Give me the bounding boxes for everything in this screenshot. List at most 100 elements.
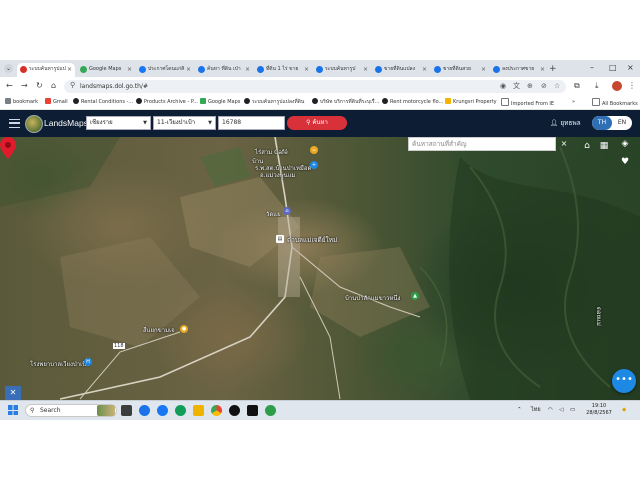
hospital-poi-icon[interactable]: H xyxy=(84,358,92,366)
user-menu[interactable]: 👤︎ ยุทธพล xyxy=(550,117,581,129)
close-tab-icon[interactable]: × xyxy=(127,63,132,76)
zoom-icon[interactable]: ⊕ xyxy=(527,80,533,93)
back-arrow-icon[interactable]: ← xyxy=(6,80,13,92)
bookmark-item[interactable]: บริษัท บริการที่ดินที่ระบุเรื่... xyxy=(312,98,379,107)
satellite-map[interactable]: ค้นหาสถานที่สำคัญ × ◈ ⌂ ▦ ♥ ไร่สาม Café … xyxy=(0,137,640,400)
tab-land-1rai[interactable]: ที่ดิน 1 ไร่ ขาย × xyxy=(254,63,312,77)
bookmark-item[interactable]: Products Archive - P... xyxy=(136,98,198,107)
location-pin-icon[interactable] xyxy=(0,137,16,159)
favorite-heart-icon[interactable]: ♥ xyxy=(617,155,633,169)
file-explorer-icon[interactable] xyxy=(193,405,204,416)
close-tab-icon[interactable]: × xyxy=(540,63,545,76)
tab-beautiful-land[interactable]: ขายที่ดินสวย × xyxy=(431,63,489,77)
hamburger-menu-icon[interactable] xyxy=(9,119,20,128)
new-tab-button[interactable]: + xyxy=(549,63,557,75)
notification-icon[interactable]: ◆ xyxy=(622,404,626,417)
minimize-icon[interactable]: – xyxy=(590,62,594,74)
reload-icon[interactable]: ↻ xyxy=(36,80,43,92)
bookmark-google-maps[interactable]: Google Maps xyxy=(200,98,240,107)
close-tab-icon[interactable]: × xyxy=(363,63,368,76)
layers-icon[interactable]: ◈ xyxy=(617,137,633,151)
bookmark-star-icon[interactable]: ☆ xyxy=(554,80,560,93)
tray-chevron-icon[interactable]: ⌃ xyxy=(517,404,522,417)
tab-land-sale[interactable]: ขายที่ดินแปลง × xyxy=(372,63,430,77)
bookmark-item[interactable]: Rent motorcycle flo... xyxy=(382,98,443,107)
close-tab-icon[interactable]: × xyxy=(422,63,427,76)
teams-icon[interactable] xyxy=(139,405,150,416)
task-view-icon[interactable] xyxy=(121,405,132,416)
health-poi-icon[interactable]: + xyxy=(310,161,318,169)
province-select[interactable]: เชียงราย ▼ xyxy=(86,116,151,130)
home-icon[interactable]: ⌂ xyxy=(51,80,56,92)
tab-post-ad[interactable]: ลงประกาศขาย × xyxy=(490,63,548,77)
forward-arrow-icon[interactable]: → xyxy=(21,80,28,92)
bookmark-gmail[interactable]: Gmail xyxy=(45,98,68,107)
keyboard-language[interactable]: ไทย xyxy=(531,404,541,417)
temple-poi-icon[interactable]: ⌂ xyxy=(283,207,291,215)
volume-icon[interactable]: ◁ xyxy=(559,404,563,417)
site-info-icon[interactable]: ⚲ xyxy=(70,81,75,89)
bookmark-folder[interactable]: Imported From IE xyxy=(501,98,554,109)
language-toggle[interactable]: TH EN xyxy=(592,116,632,130)
browser-menu-icon[interactable]: ⋮ xyxy=(628,80,636,92)
address-bar[interactable]: ⚲ landsmaps.dol.go.th/# ◉ 文 ⊕ ⊘ ☆ xyxy=(64,80,566,93)
x-app-icon[interactable] xyxy=(229,405,240,416)
close-tab-icon[interactable]: × xyxy=(186,63,191,76)
district-select[interactable]: 11-เวียงป่าเป้า ▼ xyxy=(153,116,216,130)
user-icon: 👤︎ xyxy=(550,119,561,127)
grid-view-icon[interactable]: ▦ xyxy=(596,139,612,153)
close-window-icon[interactable]: × xyxy=(627,62,634,74)
map-label-mountain: ดอยแม่ xyxy=(595,307,602,326)
lang-th-button[interactable]: TH xyxy=(592,116,612,130)
shop-poi-icon[interactable]: ● xyxy=(180,325,188,333)
lang-en-button[interactable]: EN xyxy=(612,116,632,130)
translate-icon[interactable]: 文 xyxy=(513,80,520,93)
line-app-icon[interactable] xyxy=(265,405,276,416)
clear-search-icon[interactable]: × xyxy=(557,137,571,151)
measure-tool-icon[interactable]: ✕ xyxy=(5,386,21,400)
park-poi-icon[interactable]: ▲ xyxy=(411,292,419,300)
tiktok-icon[interactable] xyxy=(247,405,258,416)
tab-facebook[interactable]: ประกาศโดนแก่คิ × xyxy=(136,63,194,77)
page-favicon-icon xyxy=(198,66,205,73)
landsmaps-favicon-icon xyxy=(20,66,27,73)
cafe-poi-icon[interactable]: ☕︎ xyxy=(310,146,318,154)
all-bookmarks-button[interactable]: All Bookmarks xyxy=(592,98,638,109)
page-favicon-icon xyxy=(316,66,323,73)
location-icon[interactable]: ◉ xyxy=(500,80,506,93)
battery-icon[interactable]: ▭ xyxy=(570,404,575,417)
chrome-icon[interactable] xyxy=(211,405,222,416)
weather-widget-icon[interactable] xyxy=(97,405,115,416)
download-icon[interactable]: ⤓ xyxy=(595,80,599,92)
parcel-number-input[interactable]: 16788 xyxy=(218,116,285,130)
bookmark-krungsri[interactable]: Krungsri Property xyxy=(445,98,497,107)
extensions-icon[interactable]: ⧉ xyxy=(574,80,580,92)
maximize-icon[interactable]: □ xyxy=(609,62,617,74)
office-poi-icon[interactable]: ▤ xyxy=(276,235,284,243)
close-tab-icon[interactable]: × xyxy=(481,63,486,76)
bookmark-item[interactable]: Rental Conditions -... xyxy=(73,98,133,107)
tab-search-land[interactable]: ค้นหา ที่ดิน เป่า × xyxy=(195,63,253,77)
place-search-input[interactable]: ค้นหาสถานที่สำคัญ xyxy=(408,137,556,151)
close-tab-icon[interactable]: × xyxy=(304,63,309,76)
wifi-icon[interactable]: ◠ xyxy=(548,404,553,417)
close-tab-icon[interactable]: × xyxy=(245,63,250,76)
system-clock[interactable]: 19:10 28/8/2567 xyxy=(584,403,614,417)
home-map-icon[interactable]: ⌂ xyxy=(579,139,595,153)
search-button[interactable]: ⚲ ค้นหา xyxy=(287,116,347,130)
tab-search-system[interactable]: ระบบค้นหารูป × xyxy=(313,63,371,77)
tab-google-maps[interactable]: Google Maps × xyxy=(77,63,135,77)
bookmark-item[interactable]: bookmark xyxy=(5,98,38,107)
more-options-button[interactable]: ••• xyxy=(612,369,636,393)
close-tab-icon[interactable]: × xyxy=(67,63,72,76)
edge-icon[interactable] xyxy=(175,405,186,416)
url-text[interactable]: landsmaps.dol.go.th/# xyxy=(80,80,148,93)
tab-landsmaps[interactable]: ระบบค้นหารูปแป × xyxy=(17,63,75,77)
profile-avatar[interactable] xyxy=(612,81,622,91)
windows-start-icon[interactable] xyxy=(8,405,18,415)
tab-search-icon[interactable]: ⌄ xyxy=(4,64,13,73)
messenger-icon[interactable] xyxy=(157,405,168,416)
eye-off-icon[interactable]: ⊘ xyxy=(541,80,547,93)
more-bookmarks-button[interactable]: » xyxy=(572,98,575,107)
bookmark-item[interactable]: ระบบค้นหารูปแปลงที่ดิน xyxy=(244,98,304,107)
